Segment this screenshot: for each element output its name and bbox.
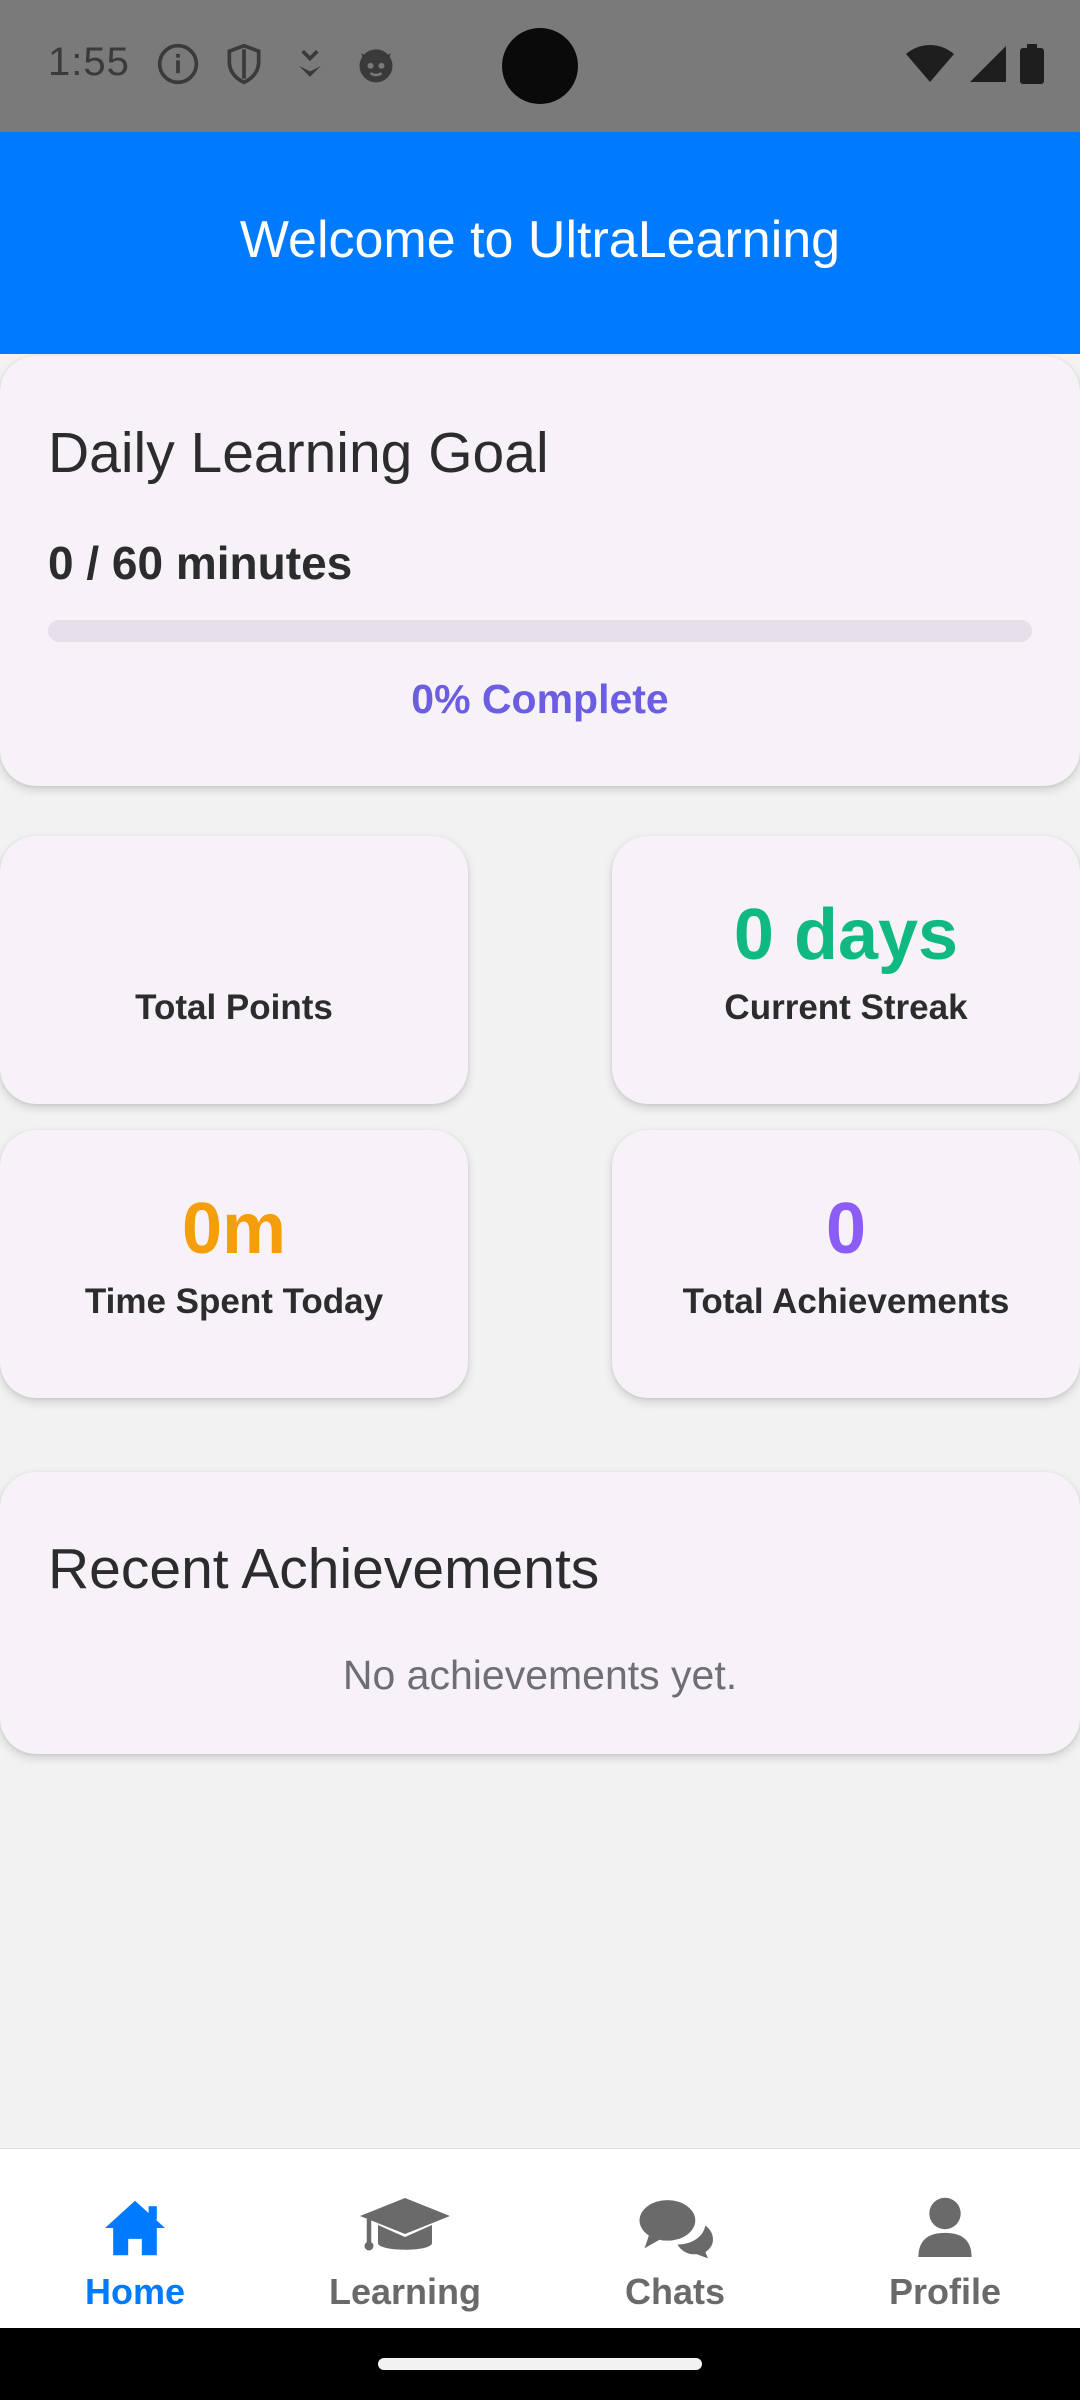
daily-goal-title: Daily Learning Goal bbox=[48, 421, 549, 485]
stat-label: Total Achievements bbox=[682, 1282, 1010, 1321]
user-icon bbox=[916, 2195, 974, 2261]
nav-item-chats[interactable]: Chats bbox=[540, 2149, 810, 2329]
stat-label: Total Points bbox=[135, 988, 333, 1027]
nav-label-home: Home bbox=[84, 2271, 186, 2312]
nav-item-learning[interactable]: Learning bbox=[270, 2149, 540, 2329]
home-gesture-pill[interactable] bbox=[378, 2358, 702, 2370]
daily-goal-card: Daily Learning Goal 0 / 60 minutes 0% Co… bbox=[0, 356, 1080, 786]
stat-card-total-achievements: 0 Total Achievements bbox=[612, 1130, 1080, 1398]
nav-item-home[interactable]: Home bbox=[0, 2149, 270, 2329]
daily-goal-progress-bar bbox=[48, 620, 1032, 642]
daily-goal-minutes: 0 / 60 minutes bbox=[48, 537, 353, 589]
page-title: Welcome to UltraLearning bbox=[239, 211, 841, 269]
gesture-bar bbox=[0, 2328, 1080, 2400]
stat-value: 0 bbox=[825, 1189, 867, 1269]
recent-achievements-empty: No achievements yet. bbox=[342, 1652, 738, 1698]
signal-icon bbox=[968, 44, 1008, 89]
status-notification-icons bbox=[156, 42, 398, 91]
status-time: 1:55 bbox=[48, 40, 130, 84]
nav-label-learning: Learning bbox=[328, 2271, 481, 2312]
recent-achievements-card: Recent Achievements No achievements yet. bbox=[0, 1472, 1080, 1754]
battery-icon bbox=[1020, 43, 1044, 89]
nav-label-chats: Chats bbox=[624, 2271, 726, 2312]
download-icon bbox=[288, 42, 332, 91]
recent-achievements-title: Recent Achievements bbox=[48, 1537, 600, 1601]
camera-cutout bbox=[502, 28, 578, 104]
stat-label: Time Spent Today bbox=[84, 1282, 384, 1321]
nav-item-profile[interactable]: Profile bbox=[810, 2149, 1080, 2329]
stat-value: 0 days bbox=[733, 895, 959, 975]
cat-icon bbox=[354, 42, 398, 91]
stat-card-time-spent: 0m Time Spent Today bbox=[0, 1130, 468, 1398]
bottom-nav: Home Learning Chats Profile bbox=[0, 2148, 1080, 2329]
stat-card-current-streak: 0 days Current Streak bbox=[612, 836, 1080, 1104]
stat-label: Current Streak bbox=[724, 988, 968, 1027]
chat-bubbles-icon bbox=[637, 2195, 713, 2261]
shield-icon bbox=[222, 42, 266, 91]
wifi-icon bbox=[904, 44, 956, 89]
home-icon bbox=[100, 2195, 170, 2261]
stat-card-total-points: Total Points bbox=[0, 836, 468, 1104]
app-header: Welcome to UltraLearning bbox=[0, 132, 1080, 354]
stat-value: 0m bbox=[181, 1189, 287, 1269]
status-bar: 1:55 bbox=[0, 0, 1080, 132]
nav-label-profile: Profile bbox=[888, 2271, 1002, 2312]
graduation-cap-icon bbox=[357, 2195, 453, 2261]
status-system-icons bbox=[904, 43, 1044, 89]
info-icon bbox=[156, 42, 200, 91]
daily-goal-percent: 0% Complete bbox=[411, 676, 669, 722]
